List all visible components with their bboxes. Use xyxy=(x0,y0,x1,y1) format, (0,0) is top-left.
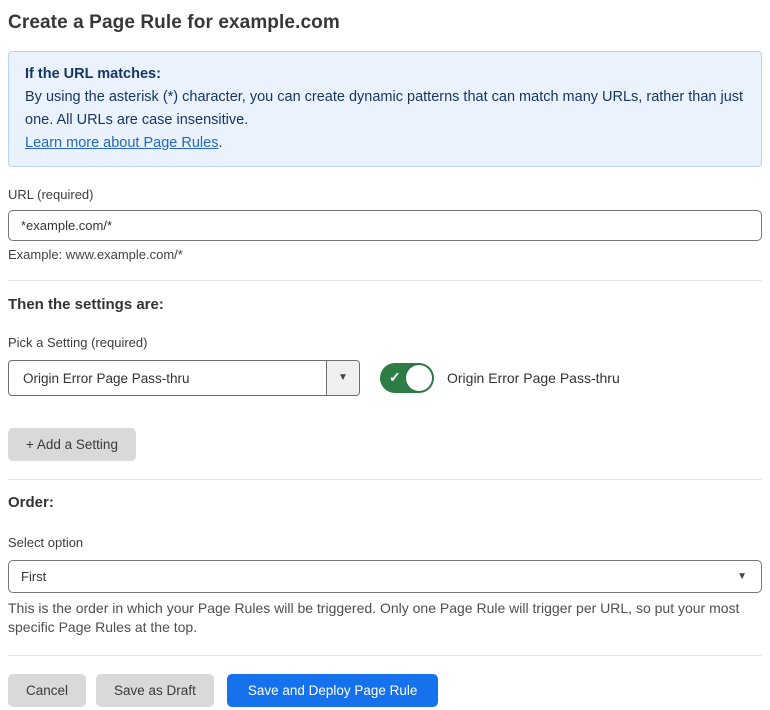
caret-down-icon: ▼ xyxy=(338,372,348,383)
url-label: URL (required) xyxy=(8,187,94,202)
divider xyxy=(8,479,762,480)
order-select[interactable]: First ▼ xyxy=(8,560,762,593)
toggle-knob xyxy=(406,365,432,391)
caret-down-icon: ▼ xyxy=(737,570,747,582)
info-box-body: By using the asterisk (*) character, you… xyxy=(25,89,744,128)
settings-section-heading: Then the settings are: xyxy=(8,296,164,313)
order-section-heading: Order: xyxy=(8,494,54,511)
info-box-heading: If the URL matches: xyxy=(25,66,161,82)
divider xyxy=(8,655,762,656)
footer-actions: Cancel Save as Draft Save and Deploy Pag… xyxy=(8,674,762,707)
learn-more-link[interactable]: Learn more about Page Rules xyxy=(25,135,218,151)
url-match-info-box: If the URL matches: By using the asteris… xyxy=(8,51,762,167)
setting-toggle[interactable]: ✓ xyxy=(380,363,434,393)
cancel-button[interactable]: Cancel xyxy=(8,674,87,707)
add-setting-button[interactable]: + Add a Setting xyxy=(8,428,136,461)
setting-toggle-label: Origin Error Page Pass-thru xyxy=(447,370,620,386)
divider xyxy=(8,280,762,281)
check-icon: ✓ xyxy=(389,369,401,386)
save-draft-button[interactable]: Save as Draft xyxy=(96,674,214,707)
setting-dropdown-value: Origin Error Page Pass-thru xyxy=(23,370,190,386)
setting-row: Origin Error Page Pass-thru ▼ ✓ Origin E… xyxy=(8,360,762,396)
info-box-link-line: Learn more about Page Rules. xyxy=(25,132,745,155)
setting-dropdown[interactable]: Origin Error Page Pass-thru ▼ xyxy=(8,360,360,396)
page-title: Create a Page Rule for example.com xyxy=(8,12,340,33)
order-help-text: This is the order in which your Page Rul… xyxy=(8,600,740,635)
url-example-text: Example: www.example.com/* xyxy=(8,247,183,262)
order-select-label: Select option xyxy=(8,535,84,550)
url-input[interactable] xyxy=(8,210,762,241)
order-select-value: First xyxy=(21,569,47,584)
pick-setting-label: Pick a Setting (required) xyxy=(8,335,148,350)
link-suffix: . xyxy=(218,135,223,151)
setting-dropdown-button[interactable]: ▼ xyxy=(326,361,359,395)
save-deploy-button[interactable]: Save and Deploy Page Rule xyxy=(226,674,439,707)
